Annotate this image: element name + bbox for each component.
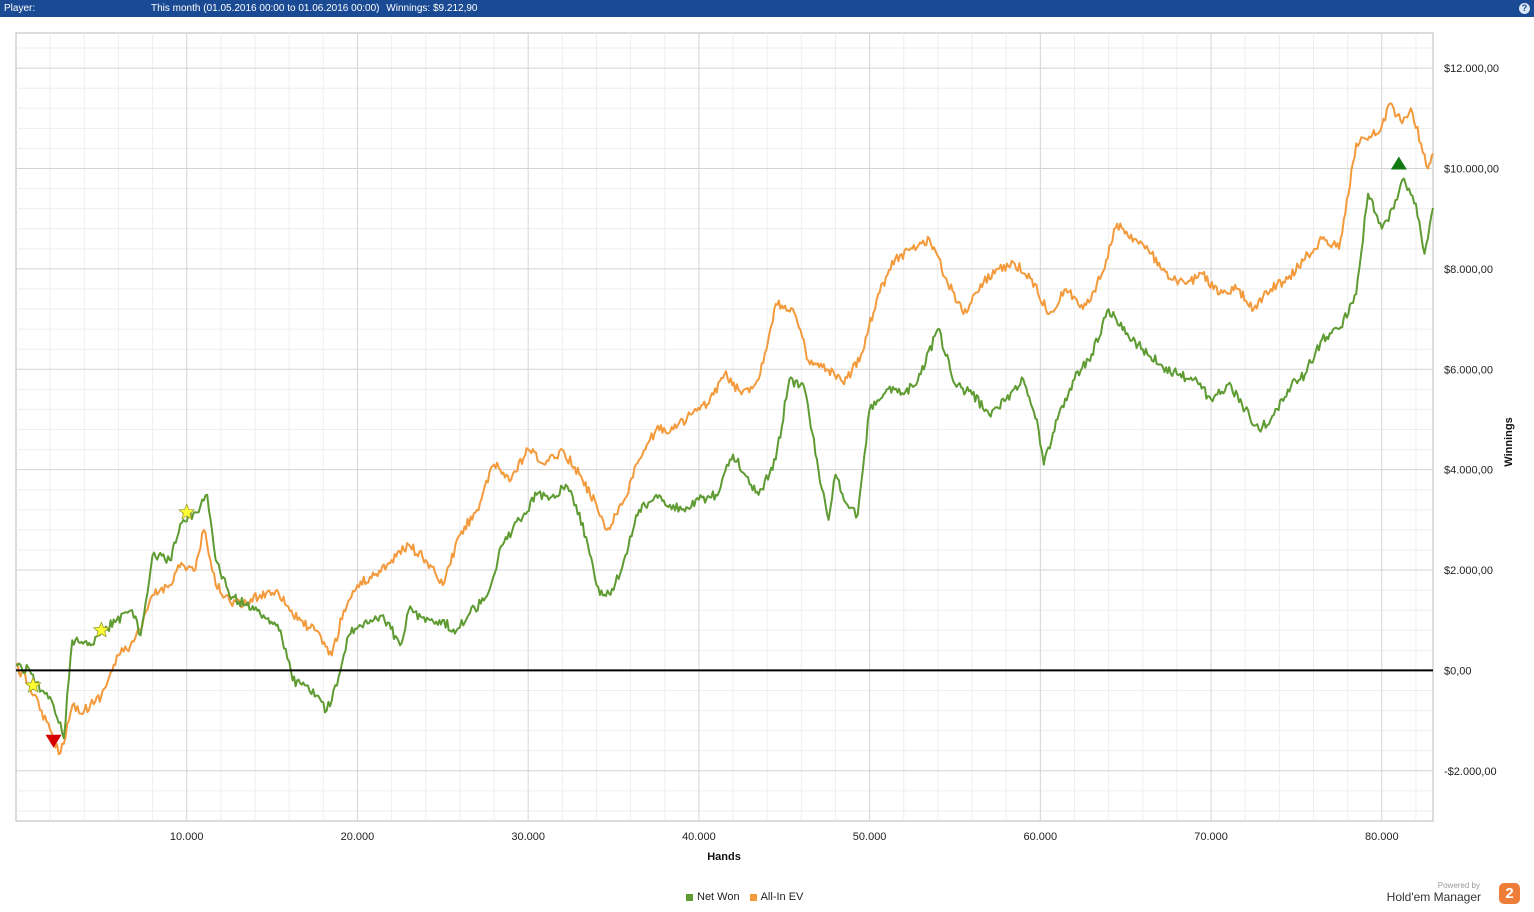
legend-swatch-net-won — [686, 893, 693, 901]
legend-label-allin-ev: All-In EV — [760, 891, 804, 903]
legend: Net Won All-In EV — [686, 891, 803, 903]
x-axis-label: Hands — [707, 851, 741, 863]
period-text: This month (01.05.2016 00:00 to 01.06.20… — [151, 3, 380, 14]
y-axis-label: Winnings — [1503, 417, 1515, 466]
header-bar: Player: This month (01.05.2016 00:00 to … — [0, 0, 1534, 17]
brand-logo: Powered by Hold'em Manager 2 — [1380, 880, 1520, 908]
period-summary: This month (01.05.2016 00:00 to 01.06.20… — [151, 0, 477, 17]
winnings-label: Winnings: — [386, 3, 431, 14]
x-axis-ticks: 10.000 20.000 30.000 40.000 50.000 60.000 70.0… — [170, 831, 1399, 843]
x-tick-label: 30.000 — [511, 831, 545, 843]
legend-item-net-won[interactable]: Net Won — [686, 891, 740, 903]
x-tick-label: 50.000 — [853, 831, 887, 843]
y-tick-label: $2.000,00 — [1444, 565, 1493, 577]
y-tick-label: $6.000,00 — [1444, 364, 1493, 376]
y-tick-label: $4.000,00 — [1444, 465, 1493, 477]
legend-label-net-won: Net Won — [697, 891, 740, 903]
question-icon[interactable]: ? — [1519, 3, 1530, 14]
y-tick-label: $0,00 — [1444, 665, 1472, 677]
plot-area — [15, 32, 1434, 822]
brand-name: Hold'em Manager — [1386, 890, 1481, 904]
legend-item-allin-ev[interactable]: All-In EV — [749, 891, 804, 903]
winnings-graph: 10.000 20.000 30.000 40.000 50.000 60.000 70.0… — [15, 32, 1515, 863]
x-tick-label: 60.000 — [1024, 831, 1058, 843]
y-tick-label: -$2.000,00 — [1444, 766, 1497, 778]
x-tick-label: 20.000 — [341, 831, 375, 843]
y-tick-label: $8.000,00 — [1444, 264, 1493, 276]
powered-by-text: Powered by — [1437, 881, 1480, 890]
player-label: Player: — [4, 3, 36, 14]
y-tick-label: $12.000,00 — [1444, 63, 1499, 75]
hm2-logo-icon: 2 — [1499, 883, 1520, 904]
x-tick-label: 80.000 — [1365, 831, 1399, 843]
y-tick-label: $10.000,00 — [1444, 164, 1499, 176]
x-tick-label: 10.000 — [170, 831, 204, 843]
legend-swatch-allin-ev — [749, 893, 757, 901]
y-axis-ticks: -$2.000,00 $0,00 $2.000,00 $4.000,00 $6.000,… — [1444, 63, 1499, 778]
x-tick-label: 40.000 — [682, 831, 716, 843]
x-tick-label: 70.000 — [1194, 831, 1228, 843]
winnings-value: $9.212,90 — [432, 3, 478, 14]
